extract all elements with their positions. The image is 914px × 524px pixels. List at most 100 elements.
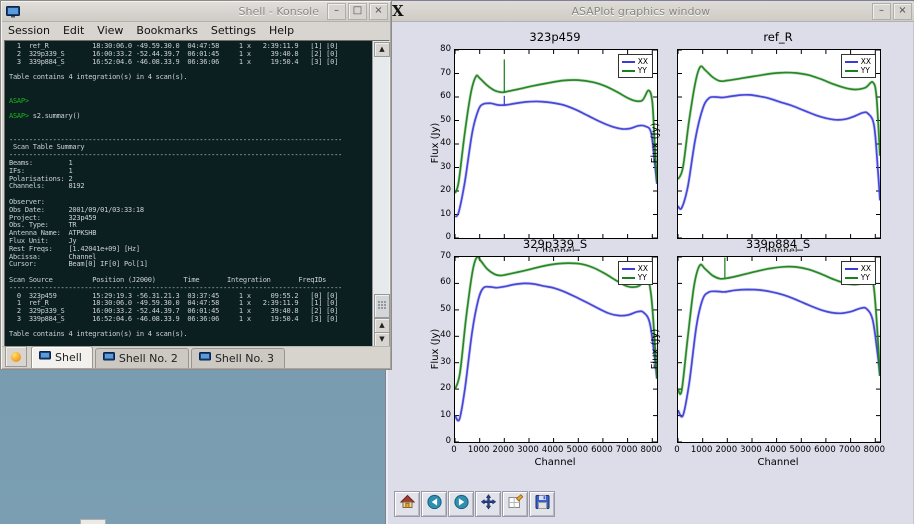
ytick-20-tl: 20 bbox=[428, 185, 451, 195]
legend-tr: XXYY bbox=[841, 54, 876, 78]
minimize-button[interactable]: – bbox=[327, 3, 346, 20]
legend-entry-YY: YY bbox=[622, 273, 648, 282]
ylabel-tr: Flux (Jy) bbox=[650, 108, 662, 178]
konsole-menubar: Session Edit View Bookmarks Settings Help bbox=[2, 22, 390, 39]
legend-line-sample bbox=[622, 70, 635, 72]
menu-item-help[interactable]: Help bbox=[269, 24, 294, 37]
close-button[interactable]: × bbox=[893, 3, 912, 20]
pan-icon bbox=[480, 494, 497, 514]
scroll-up-button-2[interactable]: ▲ bbox=[374, 318, 390, 333]
forward-button[interactable] bbox=[448, 491, 474, 517]
legend-tl: XXYY bbox=[618, 54, 653, 78]
menu-item-settings[interactable]: Settings bbox=[211, 24, 256, 37]
legend-entry-YY: YY bbox=[845, 66, 871, 75]
konsole-window-title: Shell - Konsole bbox=[24, 5, 327, 18]
legend-line-sample bbox=[845, 268, 858, 270]
terminal-output: 1 ref_R 18:30:06.0 -49.59.30.0 04:47:58 … bbox=[9, 43, 371, 347]
terminal-line: ASAP> bbox=[9, 98, 371, 106]
taskbar-peek bbox=[80, 519, 106, 524]
close-button[interactable]: × bbox=[369, 3, 388, 20]
maximize-button[interactable]: □ bbox=[348, 3, 367, 20]
asap-prompt: ASAP> bbox=[9, 97, 29, 105]
tab-label: Shell No. 3 bbox=[215, 352, 274, 365]
back-icon bbox=[426, 494, 443, 514]
session-ball-icon bbox=[11, 352, 21, 362]
series-YY-tr bbox=[678, 66, 880, 179]
terminal-line bbox=[9, 90, 371, 98]
legend-label: YY bbox=[861, 274, 870, 282]
plot-title-tr: ref_R bbox=[677, 30, 879, 45]
series-YY-tl bbox=[455, 75, 657, 193]
home-button[interactable] bbox=[394, 491, 420, 517]
xlabel-bl: Channel bbox=[454, 457, 656, 468]
terminal-viewport[interactable]: 1 ref_R 18:30:06.0 -49.59.30.0 04:47:58 … bbox=[4, 40, 390, 348]
terminal-tab-icon bbox=[103, 352, 115, 365]
ytick-70-bl: 70 bbox=[428, 251, 451, 261]
legend-entry-XX: XX bbox=[845, 264, 871, 273]
legend-label: YY bbox=[638, 274, 647, 282]
legend-label: YY bbox=[638, 67, 647, 75]
pan-button[interactable] bbox=[475, 491, 501, 517]
axes-tr[interactable]: XXYY bbox=[677, 49, 881, 239]
legend-entry-XX: XX bbox=[845, 57, 871, 66]
menu-item-edit[interactable]: Edit bbox=[63, 24, 84, 37]
plot-title-bl: 329p339_S bbox=[454, 237, 656, 252]
konsole-titlebar[interactable]: Shell - Konsole – □ × bbox=[2, 2, 390, 22]
tab-shell[interactable]: Shell bbox=[31, 346, 93, 368]
tab-shell-no-3[interactable]: Shell No. 3 bbox=[191, 348, 285, 368]
terminal-tab-icon bbox=[199, 352, 211, 365]
axes-br[interactable]: XXYY bbox=[677, 256, 881, 443]
save-button[interactable] bbox=[529, 491, 555, 517]
xlabel-br: Channel bbox=[677, 457, 879, 468]
scrollbar-thumb[interactable] bbox=[374, 294, 390, 318]
ylabel-br: Flux (Jy) bbox=[650, 314, 662, 384]
terminal-line: Channels: 8192 bbox=[9, 183, 371, 191]
menu-item-view[interactable]: View bbox=[97, 24, 123, 37]
minimize-button[interactable]: – bbox=[872, 3, 891, 20]
tab-shell-no-2[interactable]: Shell No. 2 bbox=[95, 348, 189, 368]
ylabel-tl: Flux (Jy) bbox=[430, 108, 442, 178]
konsole-window: Shell - Konsole – □ × Session Edit View Boo… bbox=[0, 0, 392, 370]
axes-bl[interactable]: XXYY bbox=[454, 256, 658, 443]
scroll-down-button[interactable]: ▼ bbox=[374, 332, 390, 347]
scroll-up-button[interactable]: ▲ bbox=[374, 42, 390, 57]
series-XX-tl bbox=[455, 101, 657, 216]
legend-label: YY bbox=[861, 67, 870, 75]
subplots-icon bbox=[507, 494, 524, 514]
subplots-button[interactable] bbox=[502, 491, 528, 517]
legend-label: XX bbox=[861, 58, 871, 66]
axes-tl[interactable]: XXYY bbox=[454, 49, 658, 239]
ylabel-bl: Flux (Jy) bbox=[430, 314, 442, 384]
home-icon bbox=[399, 494, 416, 514]
forward-icon bbox=[453, 494, 470, 514]
back-button[interactable] bbox=[421, 491, 447, 517]
asaplot-window-title: ASAPlot graphics window bbox=[410, 5, 872, 18]
terminal-scrollbar[interactable]: ▲ ▲ ▼ bbox=[372, 41, 389, 347]
asaplot-titlebar[interactable]: X ASAPlot graphics window – × bbox=[387, 2, 914, 22]
legend-line-sample bbox=[622, 61, 635, 63]
terminal-line: Table contains 4 integration(s) in 4 sca… bbox=[9, 331, 371, 339]
terminal-line: 3 339p884_S 16:52:04.6 -46.08.33.9 06:36… bbox=[9, 316, 371, 324]
series-XX-br bbox=[678, 290, 880, 417]
terminal-line bbox=[9, 191, 371, 199]
ytick-60-tl: 60 bbox=[428, 91, 451, 101]
terminal-icon bbox=[2, 6, 24, 18]
ytick-70-tl: 70 bbox=[428, 68, 451, 78]
terminal-line: Cursor: Beam[0] IF[0] Pol[1] bbox=[9, 261, 371, 269]
legend-line-sample bbox=[845, 61, 858, 63]
legend-line-sample bbox=[845, 277, 858, 279]
plot-toolbar bbox=[394, 491, 555, 517]
save-icon bbox=[534, 494, 551, 514]
asaplot-window: X ASAPlot graphics window – × Channel323… bbox=[385, 0, 914, 524]
ytick-60-bl: 60 bbox=[428, 277, 451, 287]
menu-item-session[interactable]: Session bbox=[8, 24, 50, 37]
series-XX-tr bbox=[678, 95, 880, 209]
tab-label: Shell bbox=[55, 351, 82, 364]
desktop: X ASAPlot graphics window – × Channel323… bbox=[0, 0, 914, 524]
legend-line-sample bbox=[622, 268, 635, 270]
new-session-button[interactable] bbox=[5, 346, 27, 367]
legend-label: XX bbox=[861, 265, 871, 273]
legend-entry-YY: YY bbox=[845, 273, 871, 282]
legend-label: XX bbox=[638, 265, 648, 273]
menu-item-bookmarks[interactable]: Bookmarks bbox=[136, 24, 197, 37]
